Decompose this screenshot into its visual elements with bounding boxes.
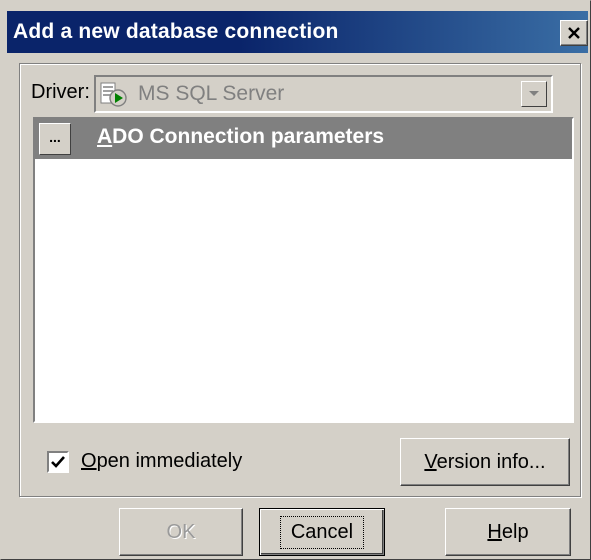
driver-select[interactable]: MS SQL Server (94, 75, 553, 113)
open-immediately-checkbox[interactable] (47, 451, 69, 473)
parameters-title-rest: DO Connection parameters (112, 125, 385, 148)
open-immediately-label[interactable]: Open immediately (81, 450, 242, 473)
parameters-ellipsis-button[interactable]: ... (39, 123, 71, 155)
checkmark-icon (51, 456, 65, 468)
chevron-down-icon (529, 91, 539, 96)
title-bar[interactable]: Add a new database connection (7, 11, 588, 53)
parameters-title-accelerator: A (97, 125, 113, 148)
version-info-label: Version info... (424, 451, 545, 474)
version-info-label-rest: ersion info... (436, 450, 546, 473)
parameters-header: ... ADO Connection parameters (35, 119, 572, 159)
driver-value: MS SQL Server (138, 82, 285, 105)
help-accelerator: H (487, 520, 502, 543)
ok-button[interactable]: OK (119, 508, 243, 556)
open-immediately-accelerator: O (81, 450, 97, 472)
close-icon (568, 27, 580, 39)
help-button[interactable]: Help (445, 508, 571, 556)
version-info-button[interactable]: Version info... (400, 438, 570, 486)
cancel-button[interactable]: Cancel (259, 508, 385, 556)
version-info-accelerator: V (424, 450, 437, 473)
open-immediately-label-rest: pen immediately (96, 450, 243, 472)
connection-parameters-panel[interactable]: ... ADO Connection parameters (33, 117, 574, 423)
add-database-connection-dialog: Add a new database connection Driver: MS… (0, 0, 591, 560)
help-label-rest: elp (501, 520, 529, 543)
driver-label: Driver: (31, 81, 90, 103)
close-button[interactable] (560, 20, 588, 46)
database-driver-icon (100, 82, 127, 107)
cancel-label: Cancel (279, 515, 365, 549)
help-label: Help (487, 521, 528, 544)
window-title: Add a new database connection (13, 20, 339, 43)
parameters-title: ADO Connection parameters (97, 125, 384, 149)
driver-dropdown-button[interactable] (521, 81, 547, 107)
